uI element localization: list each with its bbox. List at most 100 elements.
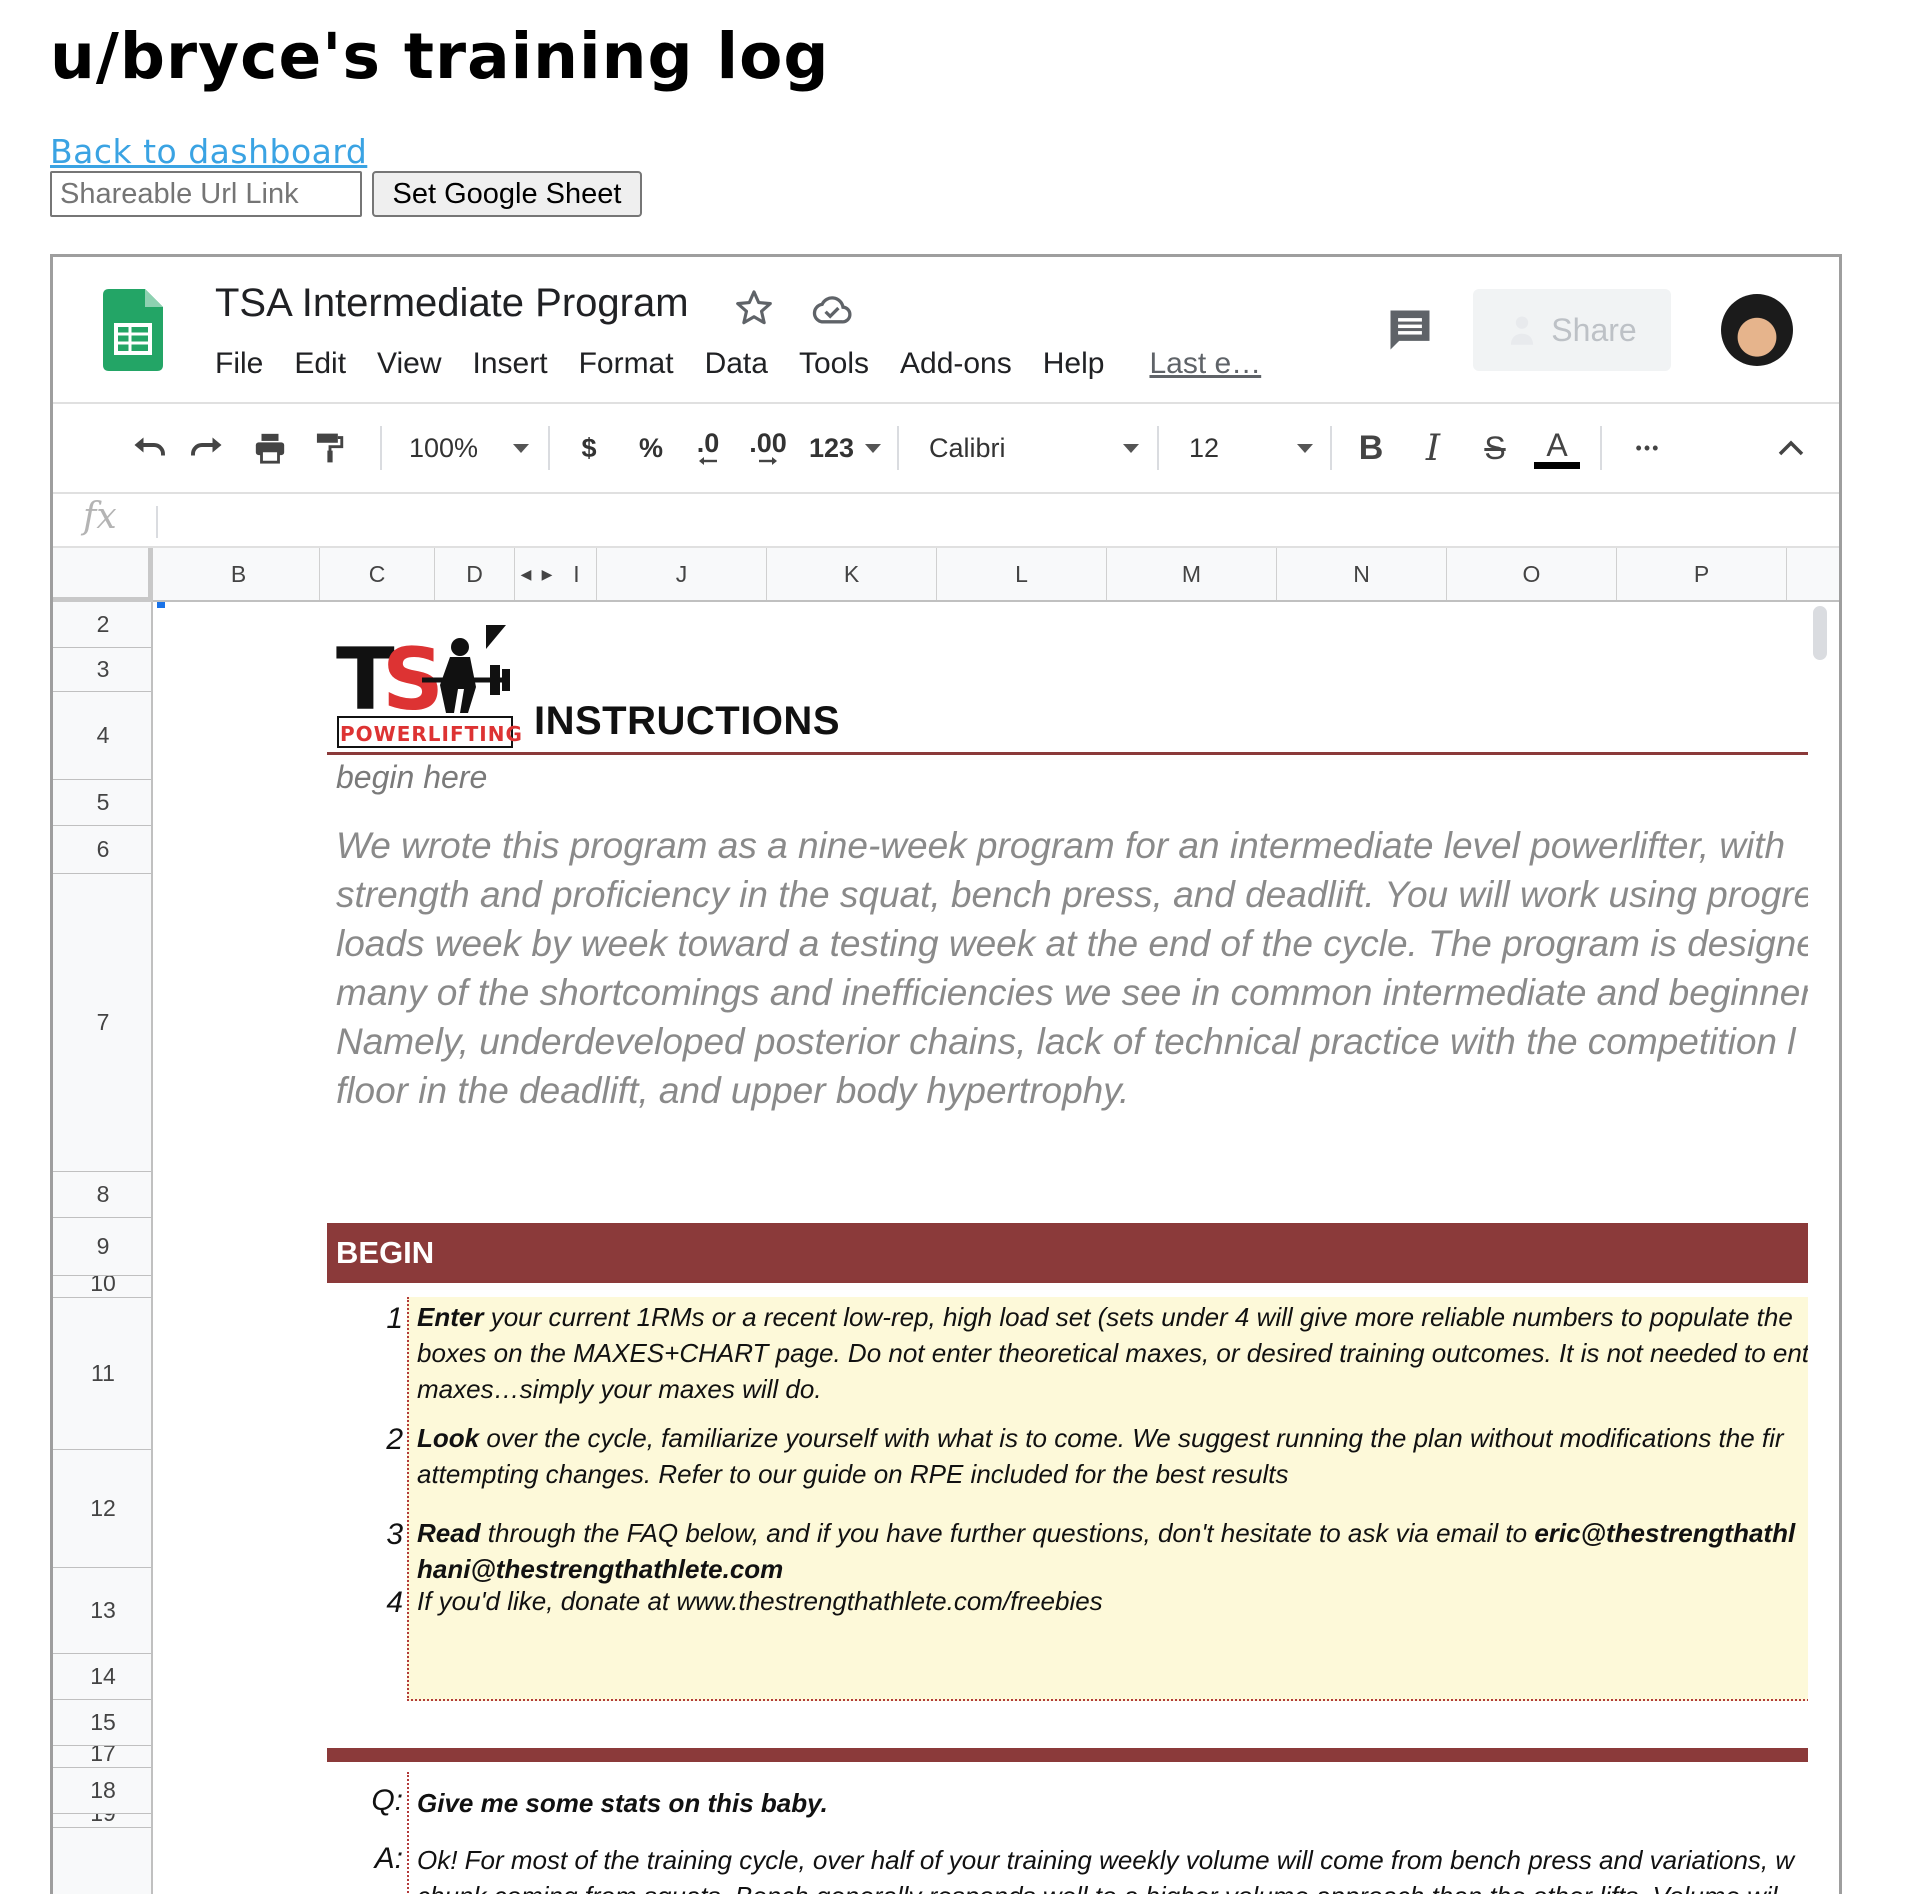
- row-header[interactable]: 11: [53, 1298, 153, 1450]
- step-keyword: Read: [417, 1518, 481, 1548]
- menu-insert[interactable]: Insert: [473, 347, 548, 381]
- answer-label: A:: [374, 1842, 403, 1875]
- collapse-toolbar-button[interactable]: [1769, 404, 1813, 492]
- column-header-o[interactable]: O: [1447, 548, 1617, 600]
- formula-bar[interactable]: fx: [53, 492, 1839, 548]
- last-edit-link[interactable]: Last e…: [1149, 347, 1261, 381]
- row-header[interactable]: 5: [53, 780, 153, 826]
- row-header[interactable]: 6: [53, 826, 153, 874]
- row-header[interactable]: 13: [53, 1568, 153, 1654]
- arrow-right-icon: [759, 457, 777, 465]
- bold-icon: B: [1358, 428, 1384, 467]
- menu-bar: File Edit View Insert Format Data Tools …: [215, 347, 1261, 381]
- share-button[interactable]: Share: [1473, 289, 1671, 371]
- step-number: 1: [386, 1302, 403, 1335]
- step-keyword: Enter: [417, 1302, 484, 1332]
- select-all-corner[interactable]: [53, 548, 153, 602]
- bold-button[interactable]: B: [1349, 404, 1393, 492]
- share-label: Share: [1551, 311, 1637, 348]
- print-button[interactable]: [245, 404, 295, 492]
- column-header-m[interactable]: M: [1107, 548, 1277, 600]
- currency-format-button[interactable]: $: [569, 404, 609, 492]
- lock-person-icon: [1511, 316, 1534, 345]
- zoom-select[interactable]: 100%: [409, 404, 529, 492]
- font-family-value: Calibri: [929, 432, 1006, 463]
- decrease-decimal-button[interactable]: .0: [683, 404, 733, 492]
- answer-line: chunk coming from squats. Bench generall…: [417, 1878, 1808, 1894]
- row-header[interactable]: 10: [53, 1276, 153, 1298]
- undo-icon: [134, 437, 165, 456]
- menu-help[interactable]: Help: [1043, 347, 1105, 381]
- google-sheets-logo-icon[interactable]: [103, 289, 163, 371]
- comment-icon[interactable]: [1384, 304, 1436, 356]
- column-header-c[interactable]: C: [320, 548, 435, 600]
- cloud-status-icon[interactable]: [810, 289, 854, 329]
- column-header-b[interactable]: B: [158, 548, 320, 600]
- intro-line: loads week by week toward a testing week…: [336, 923, 1808, 964]
- column-header-j[interactable]: J: [597, 548, 767, 600]
- row-header[interactable]: 9: [53, 1218, 153, 1276]
- paint-format-button[interactable]: [305, 404, 355, 492]
- instructions-heading: INSTRUCTIONS: [534, 699, 840, 743]
- row-header[interactable]: 2: [53, 602, 153, 648]
- row-header[interactable]: 4: [53, 692, 153, 780]
- font-family-select[interactable]: Calibri: [929, 404, 1139, 492]
- menu-edit[interactable]: Edit: [294, 347, 346, 381]
- row-header[interactable]: 15: [53, 1700, 153, 1746]
- star-icon[interactable]: [733, 287, 775, 329]
- undo-button[interactable]: [123, 404, 173, 492]
- menu-view[interactable]: View: [377, 347, 441, 381]
- row-header[interactable]: 18: [53, 1768, 153, 1814]
- column-header-p[interactable]: P: [1617, 548, 1787, 600]
- step-line: If you'd like, donate at www.thestrength…: [417, 1586, 1103, 1616]
- row-header[interactable]: 8: [53, 1172, 153, 1218]
- hidden-columns-left-arrow-icon[interactable]: ◀: [515, 548, 537, 600]
- row-header[interactable]: 17: [53, 1746, 153, 1768]
- step-keyword: Look: [417, 1423, 480, 1453]
- row-header[interactable]: 19: [53, 1814, 153, 1828]
- column-header-d[interactable]: D: [435, 548, 515, 600]
- row-header[interactable]: 3: [53, 648, 153, 692]
- column-header-i[interactable]: I: [557, 548, 597, 600]
- redo-button[interactable]: [183, 404, 233, 492]
- back-to-dashboard-link[interactable]: Back to dashboard: [50, 132, 367, 171]
- step-2-text: Look over the cycle, familiarize yoursel…: [417, 1420, 1808, 1492]
- row-headers: 2 3 4 5 6 7 8 9 10 11 12 13 14 15 17 18 …: [53, 602, 153, 1894]
- vertical-scrollbar[interactable]: [1809, 602, 1831, 664]
- sheet-content: T S POWERLIFTING INSTRUCTIONS begin here…: [153, 602, 1808, 1894]
- column-header-n[interactable]: N: [1277, 548, 1447, 600]
- hidden-columns-right-arrow-icon[interactable]: ▶: [537, 548, 557, 600]
- document-title[interactable]: TSA Intermediate Program: [215, 281, 689, 326]
- more-formats-select[interactable]: 123: [809, 404, 881, 492]
- toolbar: 100% $ % .0 .00 123 Calibri 12 B I S A •…: [53, 404, 1839, 492]
- column-header-l[interactable]: L: [937, 548, 1107, 600]
- row-header[interactable]: 7: [53, 874, 153, 1172]
- font-size-select[interactable]: 12: [1189, 404, 1313, 492]
- row-header[interactable]: 14: [53, 1654, 153, 1700]
- set-google-sheet-button[interactable]: Set Google Sheet: [372, 171, 642, 217]
- chevron-up-icon: [1778, 440, 1804, 456]
- font-size-chevron-down-icon: [1297, 443, 1313, 453]
- menu-file[interactable]: File: [215, 347, 263, 381]
- more-options-button[interactable]: •••: [1621, 404, 1675, 492]
- strikethrough-button[interactable]: S: [1473, 404, 1517, 492]
- formula-separator: [156, 506, 158, 538]
- font-size-value: 12: [1189, 432, 1220, 463]
- page-title: u/bryce's training log: [50, 20, 830, 93]
- intro-paragraph: We wrote this program as a nine-week pro…: [336, 821, 1808, 1115]
- increase-decimal-button[interactable]: .00: [743, 404, 793, 492]
- user-avatar[interactable]: [1721, 294, 1793, 366]
- row-header[interactable]: 12: [53, 1450, 153, 1568]
- shareable-url-input[interactable]: [50, 171, 362, 217]
- menu-data[interactable]: Data: [705, 347, 768, 381]
- percent-format-button[interactable]: %: [631, 404, 671, 492]
- menu-format[interactable]: Format: [579, 347, 674, 381]
- italic-button[interactable]: I: [1411, 404, 1455, 492]
- menu-tools[interactable]: Tools: [799, 347, 869, 381]
- text-color-button[interactable]: A: [1531, 404, 1583, 492]
- menu-add-ons[interactable]: Add-ons: [900, 347, 1012, 381]
- text-color-swatch: [1534, 461, 1580, 469]
- row-header[interactable]: 20: [53, 1828, 153, 1894]
- step-number: 2: [386, 1423, 403, 1456]
- column-header-k[interactable]: K: [767, 548, 937, 600]
